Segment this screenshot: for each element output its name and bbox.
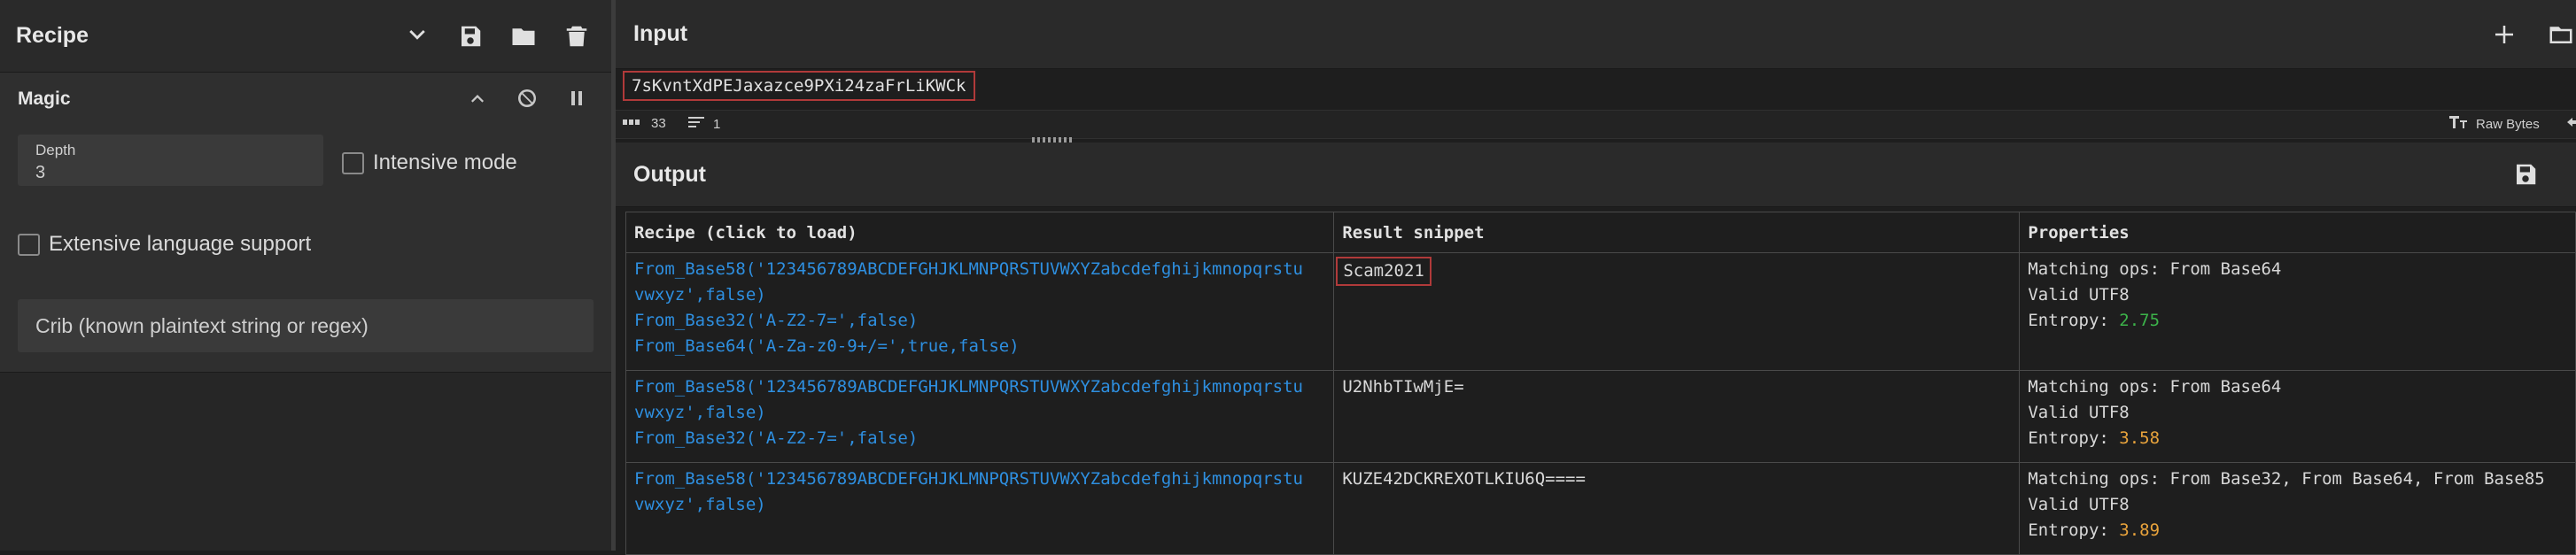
recipe-line[interactable]: vwxyz',false) <box>634 492 1325 518</box>
snippet-cell: U2NhbTIwMjE= <box>1333 370 2021 463</box>
recipe-header: Recipe <box>0 0 611 73</box>
input-panel: Input 7sKvntXdPEJaxazce9PXi24zaFrLiKWCk … <box>616 0 2576 139</box>
recipe-line[interactable]: From_Base58('123456789ABCDEFGHJKLMNPQRST… <box>634 374 1325 400</box>
recipe-line[interactable]: From_Base58('123456789ABCDEFGHJKLMNPQRST… <box>634 257 1325 282</box>
text-format-icon <box>2449 116 2467 132</box>
output-title: Output <box>633 161 706 187</box>
magic-results-table: Recipe (click to load) Result snippet Pr… <box>625 212 2576 555</box>
abc-icon <box>623 116 642 131</box>
checkbox-box[interactable] <box>342 151 364 174</box>
table-header-row: Recipe (click to load) Result snippet Pr… <box>625 212 2576 253</box>
disable-icon[interactable] <box>512 83 542 113</box>
recipe-cell[interactable]: From_Base58('123456789ABCDEFGHJKLMNPQRST… <box>625 252 1335 371</box>
entropy-value: 3.58 <box>2119 428 2161 448</box>
result-snippet: U2NhbTIwMjE= <box>1342 377 1464 397</box>
save-icon[interactable] <box>2510 159 2541 189</box>
raw-bytes-toggle[interactable]: Raw Bytes <box>2449 116 2540 132</box>
folder-icon[interactable] <box>2546 19 2576 50</box>
entropy: Entropy: 2.75 <box>2028 308 2567 334</box>
arrow-left-icon[interactable] <box>2564 116 2576 132</box>
properties-cell: Matching ops: From Base64 Valid UTF8 Ent… <box>2019 370 2576 463</box>
save-icon[interactable] <box>455 21 485 51</box>
entropy: Entropy: 3.58 <box>2028 426 2567 451</box>
properties-cell: Matching ops: From Base32, From Base64, … <box>2019 462 2576 555</box>
raw-bytes-label: Raw Bytes <box>2476 116 2540 132</box>
output-header: Output <box>616 143 2576 207</box>
input-status-bar: 33 1 Raw Bytes <box>616 110 2576 139</box>
column-header-snippet: Result snippet <box>1333 212 2021 253</box>
table-row[interactable]: From_Base58('123456789ABCDEFGHJKLMNPQRST… <box>625 252 2576 371</box>
recipe-line[interactable]: vwxyz',false) <box>634 400 1325 426</box>
valid-utf8: Valid UTF8 <box>2028 403 2130 422</box>
entropy-label: Entropy: <box>2028 428 2120 448</box>
matching-ops: Matching ops: From Base64 <box>2028 377 2282 397</box>
recipe-line[interactable]: From_Base32('A-Z2-7=',false) <box>634 426 1325 451</box>
input-textarea[interactable]: 7sKvntXdPEJaxazce9PXi24zaFrLiKWCk <box>623 71 975 101</box>
recipe-line[interactable]: From_Base58('123456789ABCDEFGHJKLMNPQRST… <box>634 466 1325 492</box>
magic-operation: Magic Depth 3 Intensive mode Extensive l… <box>0 73 611 373</box>
entropy-value: 2.75 <box>2119 311 2161 330</box>
lines-icon <box>688 116 704 132</box>
chevron-up-icon[interactable] <box>462 83 493 113</box>
recipe-line[interactable]: From_Base32('A-Z2-7=',false) <box>634 308 1325 334</box>
recipe-line[interactable]: From_Base64('A-Za-z0-9+/=',true,false) <box>634 334 1325 359</box>
entropy: Entropy: 3.89 <box>2028 518 2567 543</box>
crib-placeholder: Crib (known plaintext string or regex) <box>35 313 369 337</box>
checkbox-box[interactable] <box>18 233 40 256</box>
valid-utf8: Valid UTF8 <box>2028 285 2130 304</box>
entropy-label: Entropy: <box>2028 520 2120 540</box>
recipe-cell[interactable]: From_Base58('123456789ABCDEFGHJKLMNPQRST… <box>625 370 1335 463</box>
depth-label: Depth <box>35 142 76 158</box>
trash-icon[interactable] <box>562 21 592 51</box>
extensive-language-label: Extensive language support <box>49 232 312 256</box>
extensive-language-checkbox[interactable]: Extensive language support <box>18 232 311 257</box>
recipe-cell[interactable]: From_Base58('123456789ABCDEFGHJKLMNPQRST… <box>625 462 1335 555</box>
intensive-mode-label: Intensive mode <box>373 150 517 174</box>
crib-input[interactable]: Crib (known plaintext string or regex) <box>18 299 594 352</box>
intensive-mode-checkbox[interactable]: Intensive mode <box>342 150 517 175</box>
pause-icon[interactable] <box>562 83 592 113</box>
folder-icon[interactable] <box>508 21 539 51</box>
properties-cell: Matching ops: From Base64 Valid UTF8 Ent… <box>2019 252 2576 371</box>
recipe-line[interactable]: vwxyz',false) <box>634 282 1325 308</box>
recipe-panel: Recipe Magic Depth 3 Intensive mode Exte… <box>0 0 611 551</box>
depth-field[interactable]: Depth 3 <box>18 135 323 186</box>
input-lines: 1 <box>713 116 721 132</box>
matching-ops: Matching ops: From Base32, From Base64, … <box>2028 469 2545 489</box>
column-header-properties: Properties <box>2019 212 2576 253</box>
chevron-down-icon[interactable] <box>402 21 432 51</box>
result-snippet: KUZE42DCKREXOTLKIU6Q==== <box>1342 469 1586 489</box>
output-panel: Output Recipe (click to load) Result sni… <box>616 143 2576 555</box>
entropy-value: 3.89 <box>2119 520 2161 540</box>
column-header-recipe: Recipe (click to load) <box>625 212 1335 253</box>
entropy-label: Entropy: <box>2028 311 2120 330</box>
snippet-cell: KUZE42DCKREXOTLKIU6Q==== <box>1333 462 2021 555</box>
input-header: Input <box>616 0 2576 69</box>
input-length: 33 <box>651 116 666 131</box>
recipe-title: Recipe <box>16 23 89 48</box>
valid-utf8: Valid UTF8 <box>2028 495 2130 514</box>
result-snippet: Scam2021 <box>1336 257 1432 286</box>
depth-value[interactable]: 3 <box>35 163 323 183</box>
input-title: Input <box>633 21 688 46</box>
plus-icon[interactable] <box>2489 19 2519 50</box>
table-row[interactable]: From_Base58('123456789ABCDEFGHJKLMNPQRST… <box>625 370 2576 463</box>
operation-title: Magic <box>18 89 71 109</box>
matching-ops: Matching ops: From Base64 <box>2028 259 2282 279</box>
snippet-cell: Scam2021 <box>1333 252 2021 371</box>
table-row[interactable]: From_Base58('123456789ABCDEFGHJKLMNPQRST… <box>625 462 2576 555</box>
